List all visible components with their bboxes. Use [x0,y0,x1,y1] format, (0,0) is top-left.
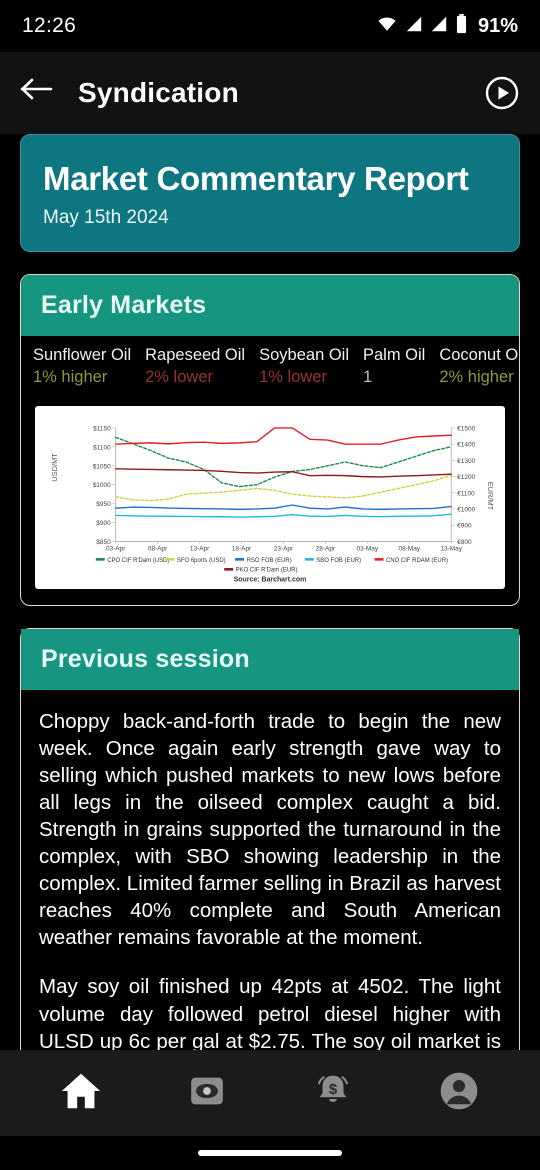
bottom-nav-items: $ [0,1050,540,1136]
app-bar: Syndication [0,52,540,134]
svg-text:RSO FOB (EUR): RSO FOB (EUR) [247,558,292,564]
svg-text:$1150: $1150 [93,425,111,432]
svg-text:$950: $950 [96,501,111,508]
nav-item-account[interactable] [427,1061,491,1125]
previous-session-body: Choppy back-and-forth trade to begin the… [21,690,519,1050]
svg-text:€1500: €1500 [457,425,475,432]
market-change: 1 [363,367,373,386]
market-column: Soybean Oil 1% lower [259,344,363,390]
market-name: Soybean Oil [259,345,349,364]
status-indicators: 91% [376,13,518,39]
svg-text:SBO FOB (EUR): SBO FOB (EUR) [316,558,361,564]
bottom-navigation: $ [0,1050,540,1170]
early-markets-card: Early Markets Sunflower Oil 1% higher Ra… [20,273,520,607]
play-circle-icon[interactable] [484,75,520,111]
nav-item-home[interactable] [49,1061,113,1125]
report-date: May 15th 2024 [43,206,169,228]
svg-text:CPO CIF R'Dam (USD): CPO CIF R'Dam (USD) [107,558,169,564]
gesture-bar[interactable] [198,1150,342,1156]
previous-session-header: Previous session [21,629,519,691]
market-change: 2% higher [439,367,514,386]
chart-canvas: USD/MT EUR/MT $1150 $1100 $1050 $1000 $950 $9… [41,413,499,586]
svg-text:23-Apr: 23-Apr [274,545,294,552]
svg-text:08-May: 08-May [398,545,420,552]
market-name: Rapeseed Oil [145,345,246,364]
early-markets-row[interactable]: Sunflower Oil 1% higher Rapeseed Oil 2% … [21,336,519,400]
paragraph: Choppy back-and-forth trade to begin the… [39,710,501,950]
signal-icon [430,15,448,38]
signal-icon [405,15,423,38]
market-column: Palm Oil 1 [363,344,439,390]
wifi-icon [376,15,398,38]
early-markets-header: Early Markets [21,274,519,336]
app-screen: 12:26 91% Syndication Market Commentary … [0,0,540,1170]
svg-text:$1050: $1050 [93,463,111,470]
market-column: Rapeseed Oil 2% lower [145,344,259,390]
oils-price-chart[interactable]: USD/MT EUR/MT $1150 $1100 $1050 $1000 $950 $9… [35,405,505,590]
price-alert-bell-icon: $ [312,1070,354,1117]
svg-text:€1100: €1100 [457,490,475,497]
page-title: Syndication [78,77,239,108]
svg-text:08-Apr: 08-Apr [148,545,168,552]
battery-percent: 91% [477,14,518,37]
svg-text:€1000: €1000 [457,506,475,513]
svg-text:$1100: $1100 [93,444,111,451]
svg-text:CNO CIF RDAM (EUR): CNO CIF RDAM (EUR) [386,558,448,564]
market-change: 1% higher [33,367,108,386]
back-arrow-icon[interactable] [20,76,54,110]
svg-text:13-Apr: 13-Apr [190,545,210,552]
svg-text:03-Apr: 03-Apr [106,545,126,552]
svg-text:18-Apr: 18-Apr [232,545,252,552]
report-scroll-area[interactable]: Market Commentary Report May 15th 2024 E… [0,134,540,1050]
gesture-bar-area [0,1136,540,1170]
chart-ylabel-right: EUR/MT [486,482,495,511]
status-time: 12:26 [22,14,77,37]
chart-ylabel-left: USD/MT [50,453,59,482]
account-avatar-icon [437,1069,481,1118]
nav-item-price-alerts[interactable]: $ [301,1061,365,1125]
svg-text:$900: $900 [96,520,111,527]
svg-text:$1000: $1000 [93,482,111,489]
market-change: 1% lower [259,367,327,386]
market-change: 2% lower [145,367,213,386]
home-icon [58,1068,104,1119]
svg-text:PKO CIF R'Dam (EUR): PKO CIF R'Dam (EUR) [236,568,298,574]
watchlist-eye-icon [187,1071,227,1116]
market-name: Palm Oil [363,345,426,364]
svg-text:€1200: €1200 [457,474,475,481]
svg-text:13-May: 13-May [440,545,462,552]
chart-source: Source: Barchart.com [234,576,307,583]
report-title: Market Commentary Report [43,160,469,197]
svg-text:28-Apr: 28-Apr [316,545,336,552]
early-markets-title: Early Markets [41,290,207,319]
report-hero-card: Market Commentary Report May 15th 2024 [20,134,520,252]
previous-session-card: Previous session Choppy back-and-forth t… [20,628,520,1050]
market-column: Sunflower Oil 1% higher [33,344,145,390]
svg-text:€1400: €1400 [457,441,475,448]
svg-text:€1300: €1300 [457,458,475,465]
market-name: Coconut Oil [439,345,519,364]
previous-session-title: Previous session [41,645,250,674]
market-name: Sunflower Oil [33,345,132,364]
svg-text:$: $ [329,1080,338,1097]
svg-text:SFO 6ports (USD): SFO 6ports (USD) [177,558,226,564]
svg-text:03-May: 03-May [357,545,379,552]
svg-text:€900: €900 [457,523,472,530]
nav-item-watchlist[interactable] [175,1061,239,1125]
status-bar: 12:26 91% [0,0,540,52]
battery-icon [455,13,468,39]
paragraph: May soy oil finished up 42pts at 4502. T… [39,975,501,1050]
market-column: Coconut Oil 2% higher [439,344,519,390]
